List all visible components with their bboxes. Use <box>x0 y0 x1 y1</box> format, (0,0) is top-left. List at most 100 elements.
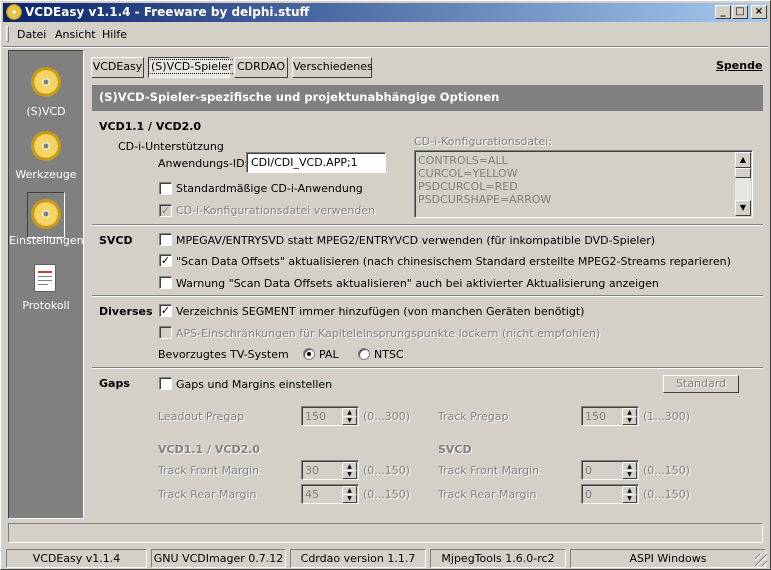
close-button[interactable]: × <box>751 5 767 19</box>
leadout-range: (0...300) <box>363 410 411 423</box>
svcd-opt3-label: Warnung "Scan Data Offsets aktualisieren… <box>176 277 659 290</box>
spin-down-icon[interactable]: ▼ <box>342 416 357 425</box>
cfg-file-label: CD-i-Konfigurationsdatei: <box>414 135 553 148</box>
progress-bar <box>8 523 763 543</box>
sidebar-item-label: (S)VCD <box>26 105 66 118</box>
main-window: VCDEasy v1.1.4 - Freeware by delphi.stuf… <box>0 0 771 570</box>
status-aspi: ASPI Windows <box>570 549 766 568</box>
standard-button[interactable]: Standard <box>663 375 739 393</box>
cfg-line: PSDCURCOL=RED <box>418 180 518 193</box>
svcd-opt1-label: MPEGAV/ENTRYSVD statt MPEG2/ENTRYVCD ver… <box>176 234 656 247</box>
leadout-label: Leadout Pregap <box>158 410 245 423</box>
cfg-use-label: CD-i-Konfigurationsdatei verwenden <box>176 204 376 217</box>
tv-pal-radio[interactable] <box>303 348 315 360</box>
resize-grip-icon[interactable] <box>755 554 767 566</box>
vcd-front-label: Track Front Margin <box>158 464 260 477</box>
tv-ntsc-label: NTSC <box>374 348 404 361</box>
tools-disc-icon <box>31 131 61 161</box>
gaps-enable-label: Gaps und Margins einstellen <box>176 378 333 391</box>
settings-disc-icon <box>31 199 61 229</box>
log-document-icon <box>34 264 56 292</box>
scroll-thumb[interactable] <box>735 168 751 178</box>
sidebar-item-label: Protokoll <box>22 299 70 312</box>
app-disc-icon <box>6 4 22 20</box>
status-vcdimager: GNU VCDImager 0.7.12 <box>151 549 286 568</box>
status-mjpegtools: MjpegTools 1.6.0-rc2 <box>430 549 566 568</box>
cfg-scrollbar[interactable]: ▲ ▼ <box>735 152 751 216</box>
status-vcdeasy: VCDEasy v1.1.4 <box>6 549 147 568</box>
spin-down-icon[interactable]: ▼ <box>342 470 357 479</box>
vcd-front-range: (0...150) <box>363 464 411 477</box>
track-pregap-label: Track Pregap <box>438 410 509 423</box>
cfg-line: PSDCURSHAPE=ARROW <box>418 193 552 206</box>
vcd-rear-label: Track Rear Margin <box>158 488 257 501</box>
tv-pal-label: PAL <box>319 348 339 361</box>
sidebar-item-werkzeuge[interactable]: Werkzeuge <box>9 125 83 187</box>
tab-cdrdao[interactable]: CDRDAO <box>234 57 288 78</box>
menu-grip <box>6 26 9 42</box>
app-id-label: Anwendungs-ID: <box>158 157 249 170</box>
gaps-section-title: Gaps <box>99 377 130 390</box>
cdi-group-label: CD-i-Unterstützung <box>118 140 224 153</box>
svcd-opt3-checkbox[interactable] <box>159 276 172 289</box>
menu-hilfe[interactable]: Hilfe <box>102 28 127 41</box>
svcd-disc-icon <box>31 67 61 97</box>
section-divider <box>92 224 763 226</box>
std-cdi-label: Standardmäßige CD-i-Anwendung <box>176 182 363 195</box>
cfg-use-checkbox[interactable]: ✓ <box>159 204 172 217</box>
gaps-enable-checkbox[interactable] <box>159 377 172 390</box>
tab-vcdeasy[interactable]: VCDEasy <box>91 57 144 78</box>
cfg-line: CONTROLS=ALL <box>418 154 508 167</box>
spin-down-icon[interactable]: ▼ <box>622 470 637 479</box>
svcd-opt2-label: "Scan Data Offsets" aktualisieren (nach … <box>176 255 731 268</box>
app-id-field[interactable]: CDI/CDI_VCD.APP;1 <box>246 152 386 173</box>
maximize-button[interactable]: □ <box>732 5 748 19</box>
svcd-front-label: Track Front Margin <box>438 464 540 477</box>
tab-svcd-spieler[interactable]: (S)VCD-Spieler <box>147 57 236 78</box>
spin-down-icon[interactable]: ▼ <box>622 416 637 425</box>
spende-link[interactable]: Spende <box>716 59 762 72</box>
menu-datei[interactable]: Datei <box>17 28 46 41</box>
diverses-opt1-label: Verzeichnis SEGMENT immer hinzufügen (vo… <box>176 305 585 318</box>
svcd-rear-label: Track Rear Margin <box>438 488 537 501</box>
svcd-rear-spin[interactable]: 0 ▲ ▼ <box>581 484 639 504</box>
menu-ansicht[interactable]: Ansicht <box>55 28 96 41</box>
vcd-rear-spin[interactable]: 45 ▲ ▼ <box>301 484 359 504</box>
section-divider <box>92 295 763 297</box>
svcd-rear-range: (0...150) <box>643 488 691 501</box>
track-pregap-spin[interactable]: 150 ▲ ▼ <box>581 406 639 426</box>
track-pregap-range: (1...300) <box>643 410 691 423</box>
diverses-opt1-checkbox[interactable]: ✓ <box>159 304 172 317</box>
scroll-down-arrow-icon[interactable]: ▼ <box>735 200 751 216</box>
sidebar-item-label: Einstellungen <box>9 234 84 247</box>
spin-down-icon[interactable]: ▼ <box>342 494 357 503</box>
vcd-section-title: VCD1.1 / VCD2.0 <box>99 120 202 133</box>
gaps-vcd-subtitle: VCD1.1 / VCD2.0 <box>158 443 261 456</box>
cfg-file-memo[interactable]: CONTROLS=ALL CURCOL=YELLOW PSDCURCOL=RED… <box>414 150 753 218</box>
status-bar: VCDEasy v1.1.4 GNU VCDImager 0.7.12 Cdrd… <box>4 549 769 568</box>
menu-bar: Datei Ansicht Hilfe <box>3 23 768 45</box>
tv-ntsc-radio[interactable] <box>358 348 370 360</box>
svcd-front-range: (0...150) <box>643 464 691 477</box>
diverses-opt2-label: APS-Einschränkungen für Kapiteleinsprung… <box>176 327 601 340</box>
std-cdi-checkbox[interactable] <box>159 182 172 195</box>
scroll-up-arrow-icon[interactable]: ▲ <box>735 152 751 168</box>
svcd-opt1-checkbox[interactable] <box>159 233 172 246</box>
tab-verschiedenes[interactable]: Verschiedenes <box>292 57 373 78</box>
minimize-button[interactable]: _ <box>715 5 731 19</box>
sidebar-item-svcd[interactable]: (S)VCD <box>9 59 83 121</box>
leadout-spin[interactable]: 150 ▲ ▼ <box>301 406 359 426</box>
svcd-front-spin[interactable]: 0 ▲ ▼ <box>581 460 639 480</box>
svcd-section-title: SVCD <box>99 234 133 247</box>
sidebar-item-einstellungen[interactable] <box>27 192 65 238</box>
diverses-opt2-checkbox[interactable] <box>159 326 172 339</box>
svcd-opt2-checkbox[interactable]: ✓ <box>159 254 172 267</box>
tv-system-label: Bevorzugtes TV-System <box>158 348 289 361</box>
page-header: (S)VCD-Spieler-spezifische und projektun… <box>92 85 763 111</box>
sidebar-item-protokoll[interactable]: Protokoll <box>9 259 83 321</box>
title-bar[interactable]: VCDEasy v1.1.4 - Freeware by delphi.stuf… <box>3 3 768 22</box>
menu-separator <box>3 46 768 48</box>
status-cdrdao: Cdrdao version 1.1.7 <box>290 549 426 568</box>
vcd-front-spin[interactable]: 30 ▲ ▼ <box>301 460 359 480</box>
spin-down-icon[interactable]: ▼ <box>622 494 637 503</box>
